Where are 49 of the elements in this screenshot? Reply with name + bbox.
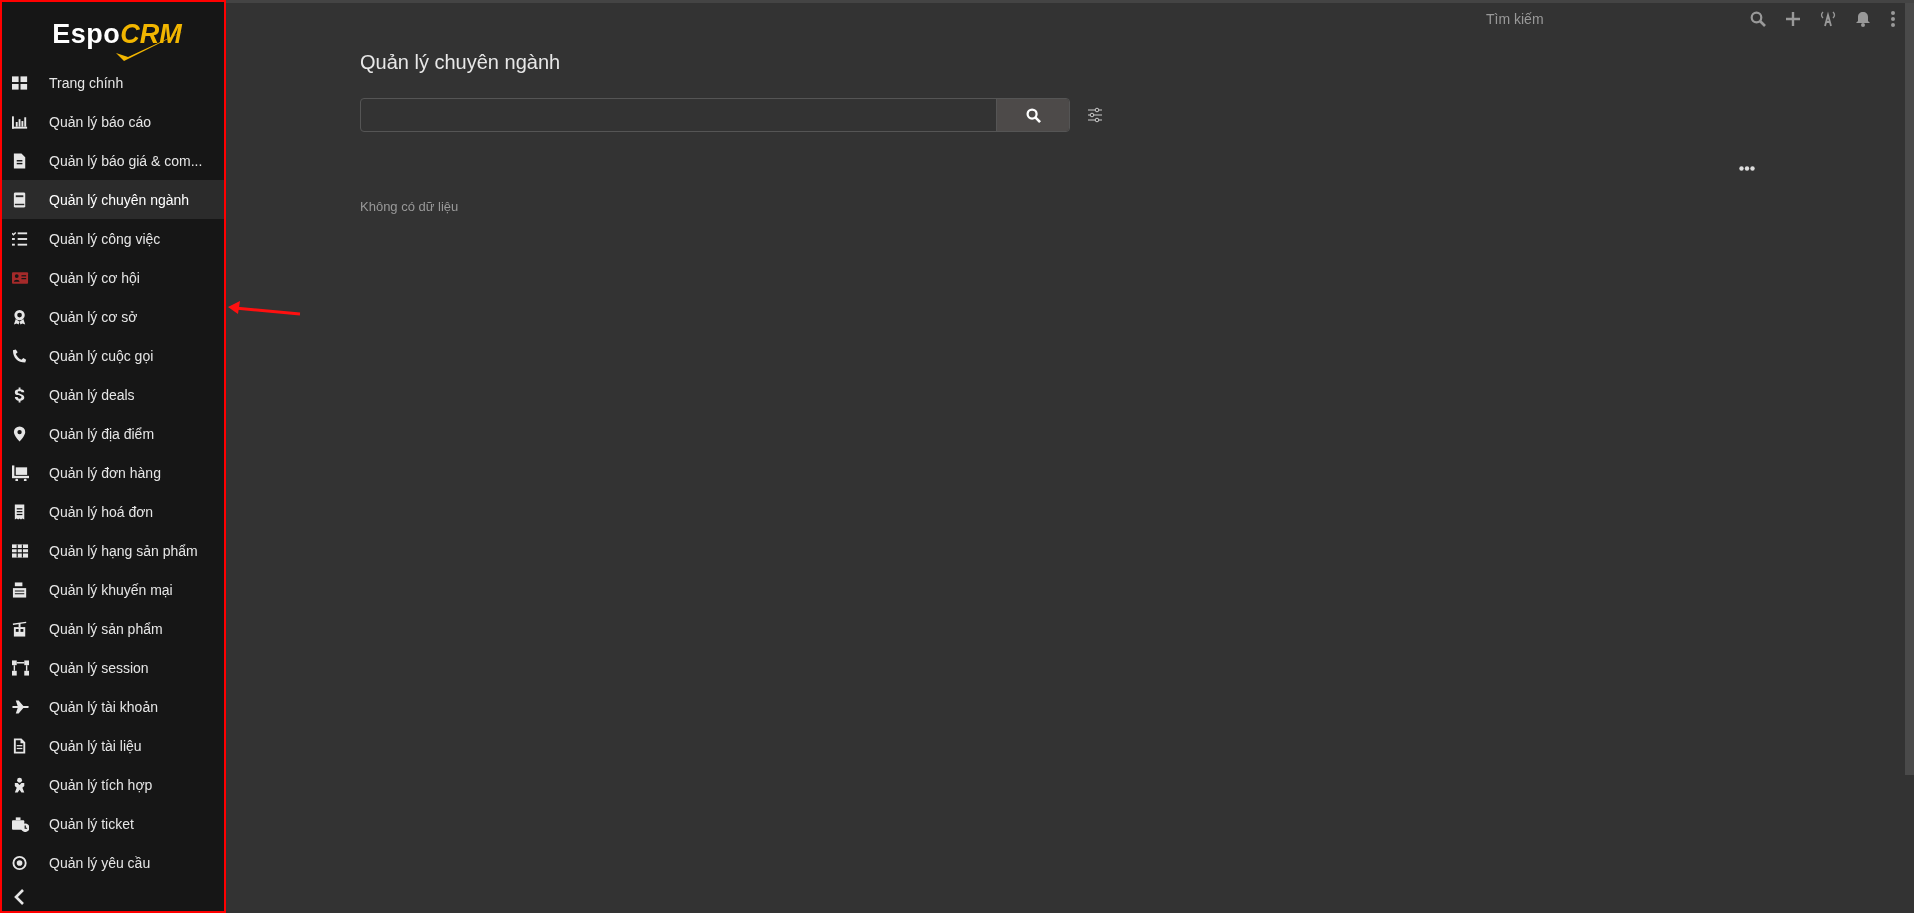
cart-icon: [12, 464, 29, 481]
filter-icon[interactable]: [1087, 107, 1103, 123]
sidebar-item[interactable]: Quản lý session: [2, 648, 224, 687]
table-icon: [12, 542, 29, 559]
cash-register-icon: [12, 581, 29, 598]
sidebar-item[interactable]: Quản lý hoá đơn: [2, 492, 224, 531]
search-field[interactable]: [360, 98, 1070, 132]
sidebar-item[interactable]: Quản lý cơ hội: [2, 258, 224, 297]
search-button[interactable]: [996, 99, 1069, 131]
sidebar-item[interactable]: Quản lý yêu cầu: [2, 843, 224, 882]
search-icon[interactable]: [1750, 11, 1766, 27]
sidebar-item[interactable]: Quản lý chuyên ngành: [2, 180, 224, 219]
menu-icon[interactable]: [1890, 11, 1896, 27]
sidebar-item[interactable]: Quản lý đơn hàng: [2, 453, 224, 492]
briefcase-clock-icon: [12, 815, 29, 832]
grid-icon: [12, 74, 29, 91]
logo[interactable]: EspoCRM: [10, 2, 224, 63]
sidebar-item[interactable]: Quản lý ticket: [2, 804, 224, 843]
sidebar-item[interactable]: Quản lý địa điểm: [2, 414, 224, 453]
sidebar-item[interactable]: Quản lý công việc: [2, 219, 224, 258]
id-card-icon: [12, 269, 29, 286]
checklist-icon: [12, 230, 29, 247]
gondola-icon: [12, 620, 29, 637]
sidebar-item[interactable]: Trang chính: [2, 63, 224, 102]
sidebar-item[interactable]: Quản lý báo cáo: [2, 102, 224, 141]
nodes-icon: [12, 659, 29, 676]
bell-icon[interactable]: [1855, 11, 1871, 27]
collapse-chevron-icon[interactable]: [14, 888, 26, 905]
sidebar-item[interactable]: Quản lý tích hợp: [2, 765, 224, 804]
empty-message: Không có dữ liệu: [360, 199, 459, 214]
search-link[interactable]: Tìm kiếm: [1486, 11, 1666, 27]
sidebar-item[interactable]: Quản lý deals: [2, 375, 224, 414]
sidebar-item[interactable]: Quản lý tài khoản: [2, 687, 224, 726]
sidebar-item[interactable]: Quản lý cuộc gọi: [2, 336, 224, 375]
sidebar-item[interactable]: Quản lý khuyến mại: [2, 570, 224, 609]
more-options-icon[interactable]: [1739, 166, 1755, 171]
target-icon: [12, 854, 29, 871]
sidebar-item[interactable]: Quản lý báo giá & com...: [2, 141, 224, 180]
airplane-icon: [12, 698, 29, 715]
broadcast-icon[interactable]: [1820, 11, 1836, 27]
phone-icon: [12, 347, 29, 364]
plus-icon[interactable]: [1785, 11, 1801, 27]
sidebar-item[interactable]: Quản lý hạng sản phẩm: [2, 531, 224, 570]
sidebar-item[interactable]: Quản lý cơ sở: [2, 297, 224, 336]
page-title: Quản lý chuyên ngành: [360, 51, 562, 74]
sidebar-item[interactable]: Quản lý tài liệu: [2, 726, 224, 765]
bar-chart-icon: [12, 113, 29, 130]
search-icon: [1025, 107, 1041, 123]
sidebar-item[interactable]: Quản lý sản phẩm: [2, 609, 224, 648]
